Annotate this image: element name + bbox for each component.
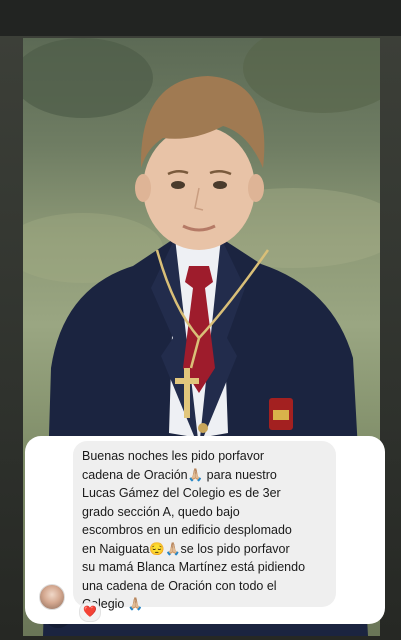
message-text: Buenas noches les pido porfavor cadena d… [82,449,306,611]
heart-icon[interactable]: ❤️ [79,602,101,622]
story-top-bar [0,0,401,36]
sender-avatar[interactable] [39,584,65,610]
